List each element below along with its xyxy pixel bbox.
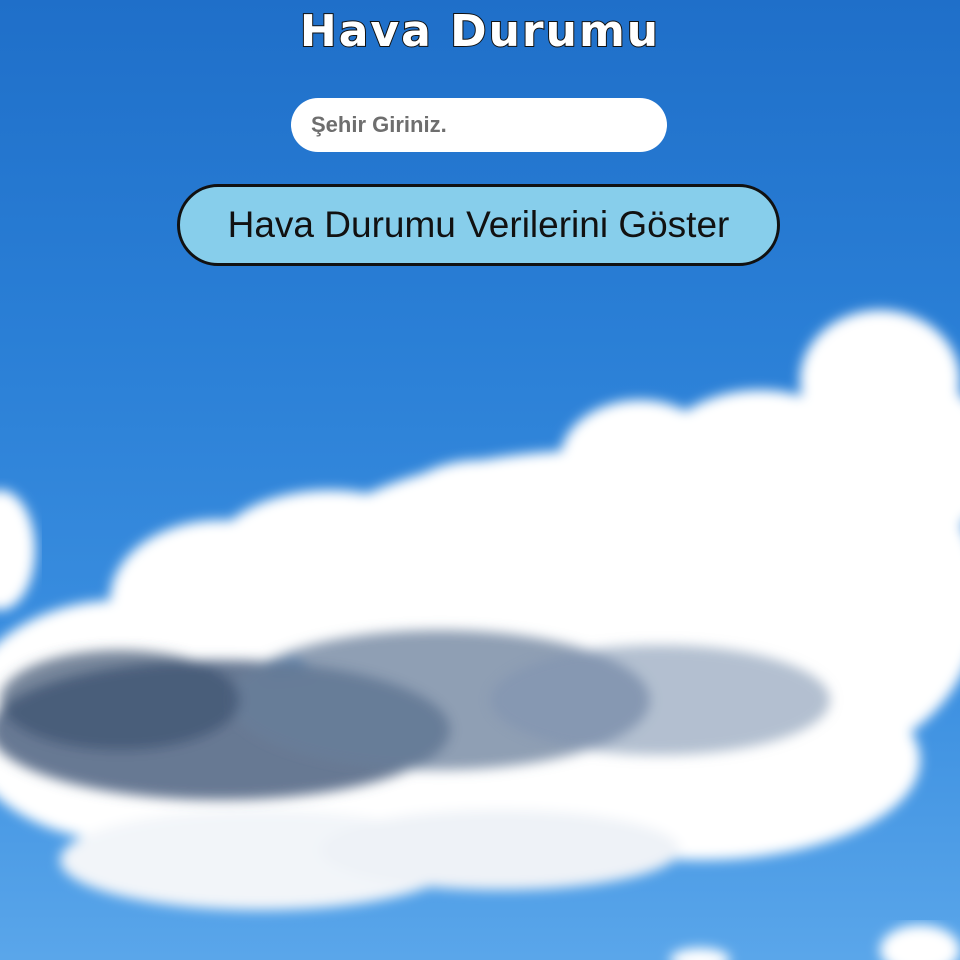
cloud-main <box>0 310 960 910</box>
city-input[interactable] <box>291 98 667 152</box>
show-weather-button[interactable]: Hava Durumu Verilerini Göster <box>177 184 780 266</box>
cloud-left <box>0 490 35 610</box>
page-title: Hava Durumu <box>299 5 661 58</box>
cloud-bottom-right <box>670 925 960 960</box>
